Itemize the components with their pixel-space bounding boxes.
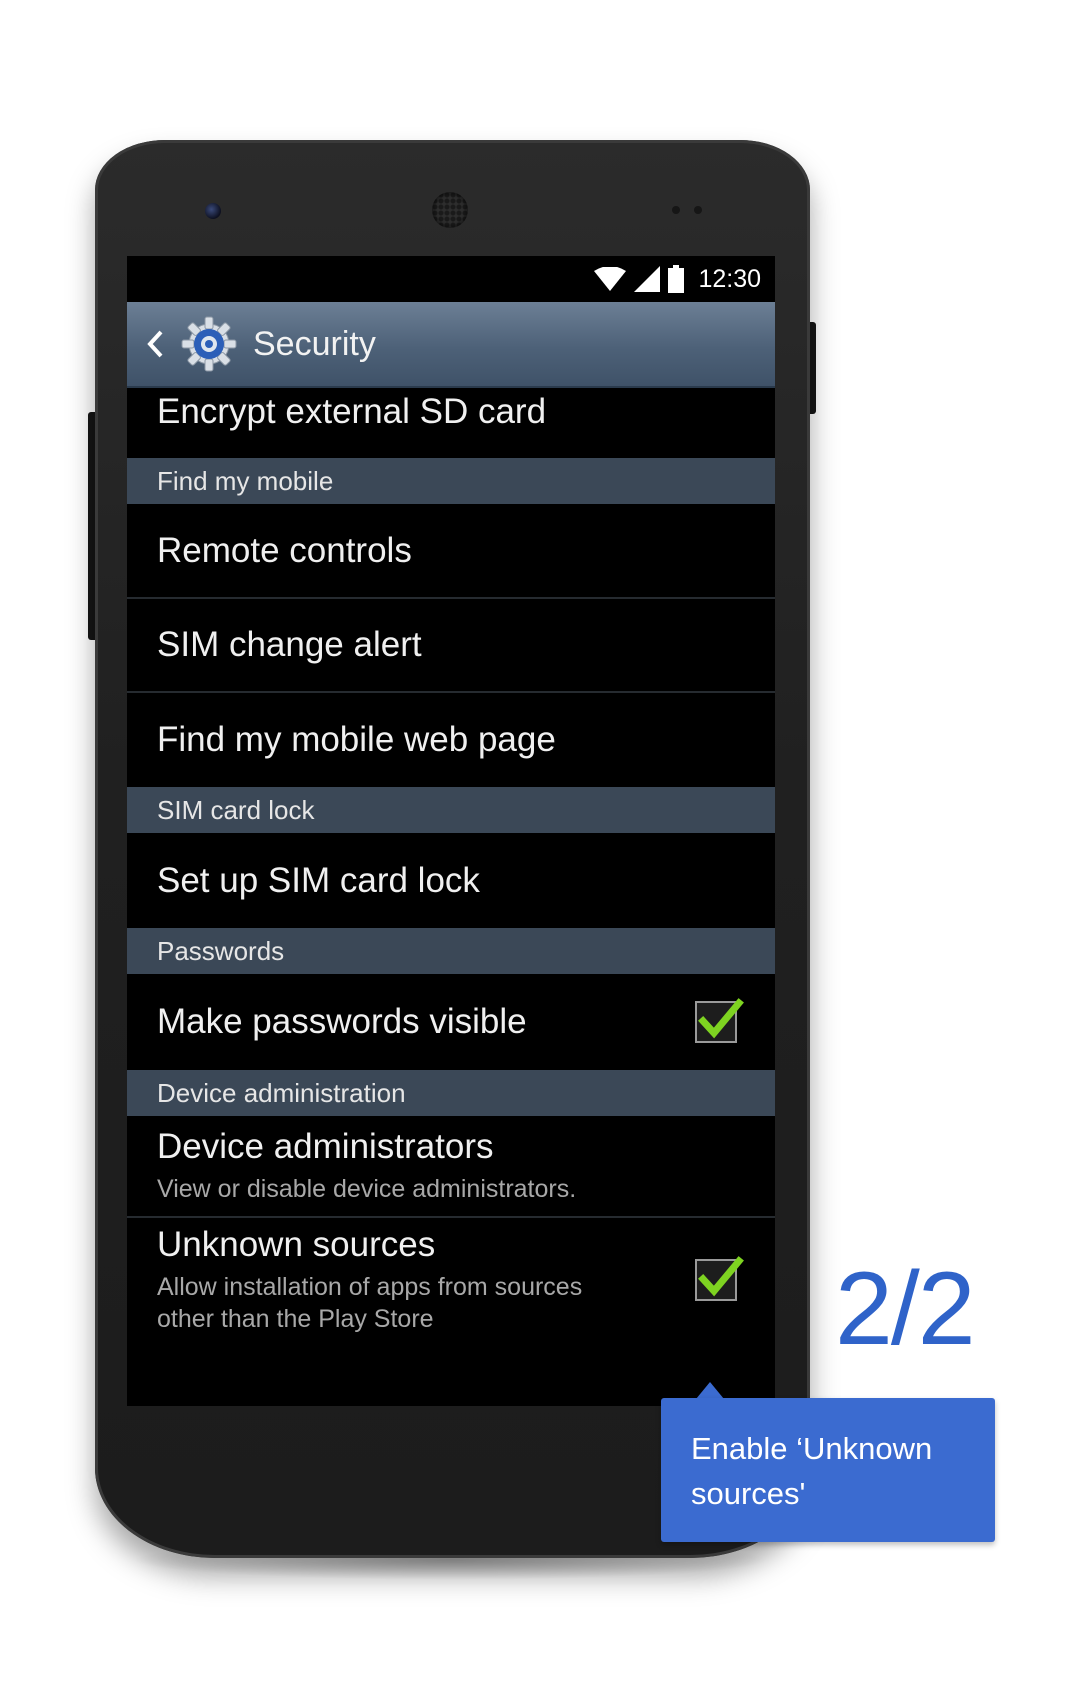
list-item-summary: View or disable device administrators. <box>157 1175 577 1203</box>
battery-icon <box>668 265 685 293</box>
settings-gear-icon <box>179 314 239 374</box>
tutorial-callout: Enable ‘Unknown sources' <box>661 1398 995 1542</box>
list-item-set-up-sim-card-lock[interactable]: Set up SIM card lock <box>127 833 775 928</box>
status-bar: 12:30 <box>127 256 775 302</box>
wifi-icon <box>594 267 627 291</box>
status-time: 12:30 <box>698 264 761 293</box>
page-title: Security <box>253 324 376 363</box>
list-item-remote-controls[interactable]: Remote controls <box>127 504 775 599</box>
callout-text-line1: Enable ‘Unknown <box>691 1431 933 1466</box>
list-item-label: Device administrators <box>157 1127 494 1166</box>
list-item-encrypt-sd[interactable]: Encrypt external SD card <box>127 388 775 458</box>
callout-text-line2: sources' <box>691 1476 806 1511</box>
list-item-make-passwords-visible[interactable]: Make passwords visible <box>127 974 775 1070</box>
list-item-label: Set up SIM card lock <box>157 860 480 900</box>
list-item-device-administrators[interactable]: Device administrators View or disable de… <box>127 1116 775 1218</box>
make-passwords-visible-checkbox[interactable] <box>695 998 744 1043</box>
step-counter: 2/2 <box>835 1251 976 1367</box>
list-item-label: Remote controls <box>157 530 412 570</box>
list-item-sim-change-alert[interactable]: SIM change alert <box>127 599 775 693</box>
list-item-summary-line2: other than the Play Store <box>157 1305 434 1333</box>
cell-signal-icon <box>634 266 661 292</box>
earpiece-speaker <box>432 192 468 228</box>
phone-screen: 12:30 Security Encrypt external SD card … <box>127 256 775 1406</box>
section-header-passwords: Passwords <box>127 928 775 974</box>
section-header-sim-card-lock: SIM card lock <box>127 787 775 833</box>
list-item-label: Find my mobile web page <box>157 720 556 759</box>
list-item-unknown-sources[interactable]: Unknown sources Allow installation of ap… <box>127 1218 775 1342</box>
list-item-label: Unknown sources <box>157 1225 436 1264</box>
chevron-left-icon <box>147 330 163 358</box>
callout-pointer <box>696 1382 724 1399</box>
list-item-find-my-mobile-web-page[interactable]: Find my mobile web page <box>127 693 775 787</box>
section-header-find-my-mobile: Find my mobile <box>127 458 775 504</box>
front-camera <box>205 203 221 219</box>
checkmark-icon <box>698 998 744 1039</box>
action-bar: Security <box>127 302 775 388</box>
list-item-label: Encrypt external SD card <box>157 392 547 431</box>
list-item-summary-line1: Allow installation of apps from sources <box>157 1273 583 1301</box>
tutorial-stage: 12:30 Security Encrypt external SD card … <box>0 0 1080 1704</box>
settings-list: Encrypt external SD card Find my mobile … <box>127 388 775 1342</box>
list-item-label: Make passwords visible <box>157 1002 527 1041</box>
proximity-sensor <box>672 206 680 214</box>
light-sensor <box>694 206 702 214</box>
list-item-label: SIM change alert <box>157 625 422 664</box>
unknown-sources-checkbox[interactable] <box>695 1256 744 1301</box>
checkmark-icon <box>698 1256 744 1297</box>
back-button[interactable] <box>133 301 177 387</box>
section-header-device-administration: Device administration <box>127 1070 775 1116</box>
